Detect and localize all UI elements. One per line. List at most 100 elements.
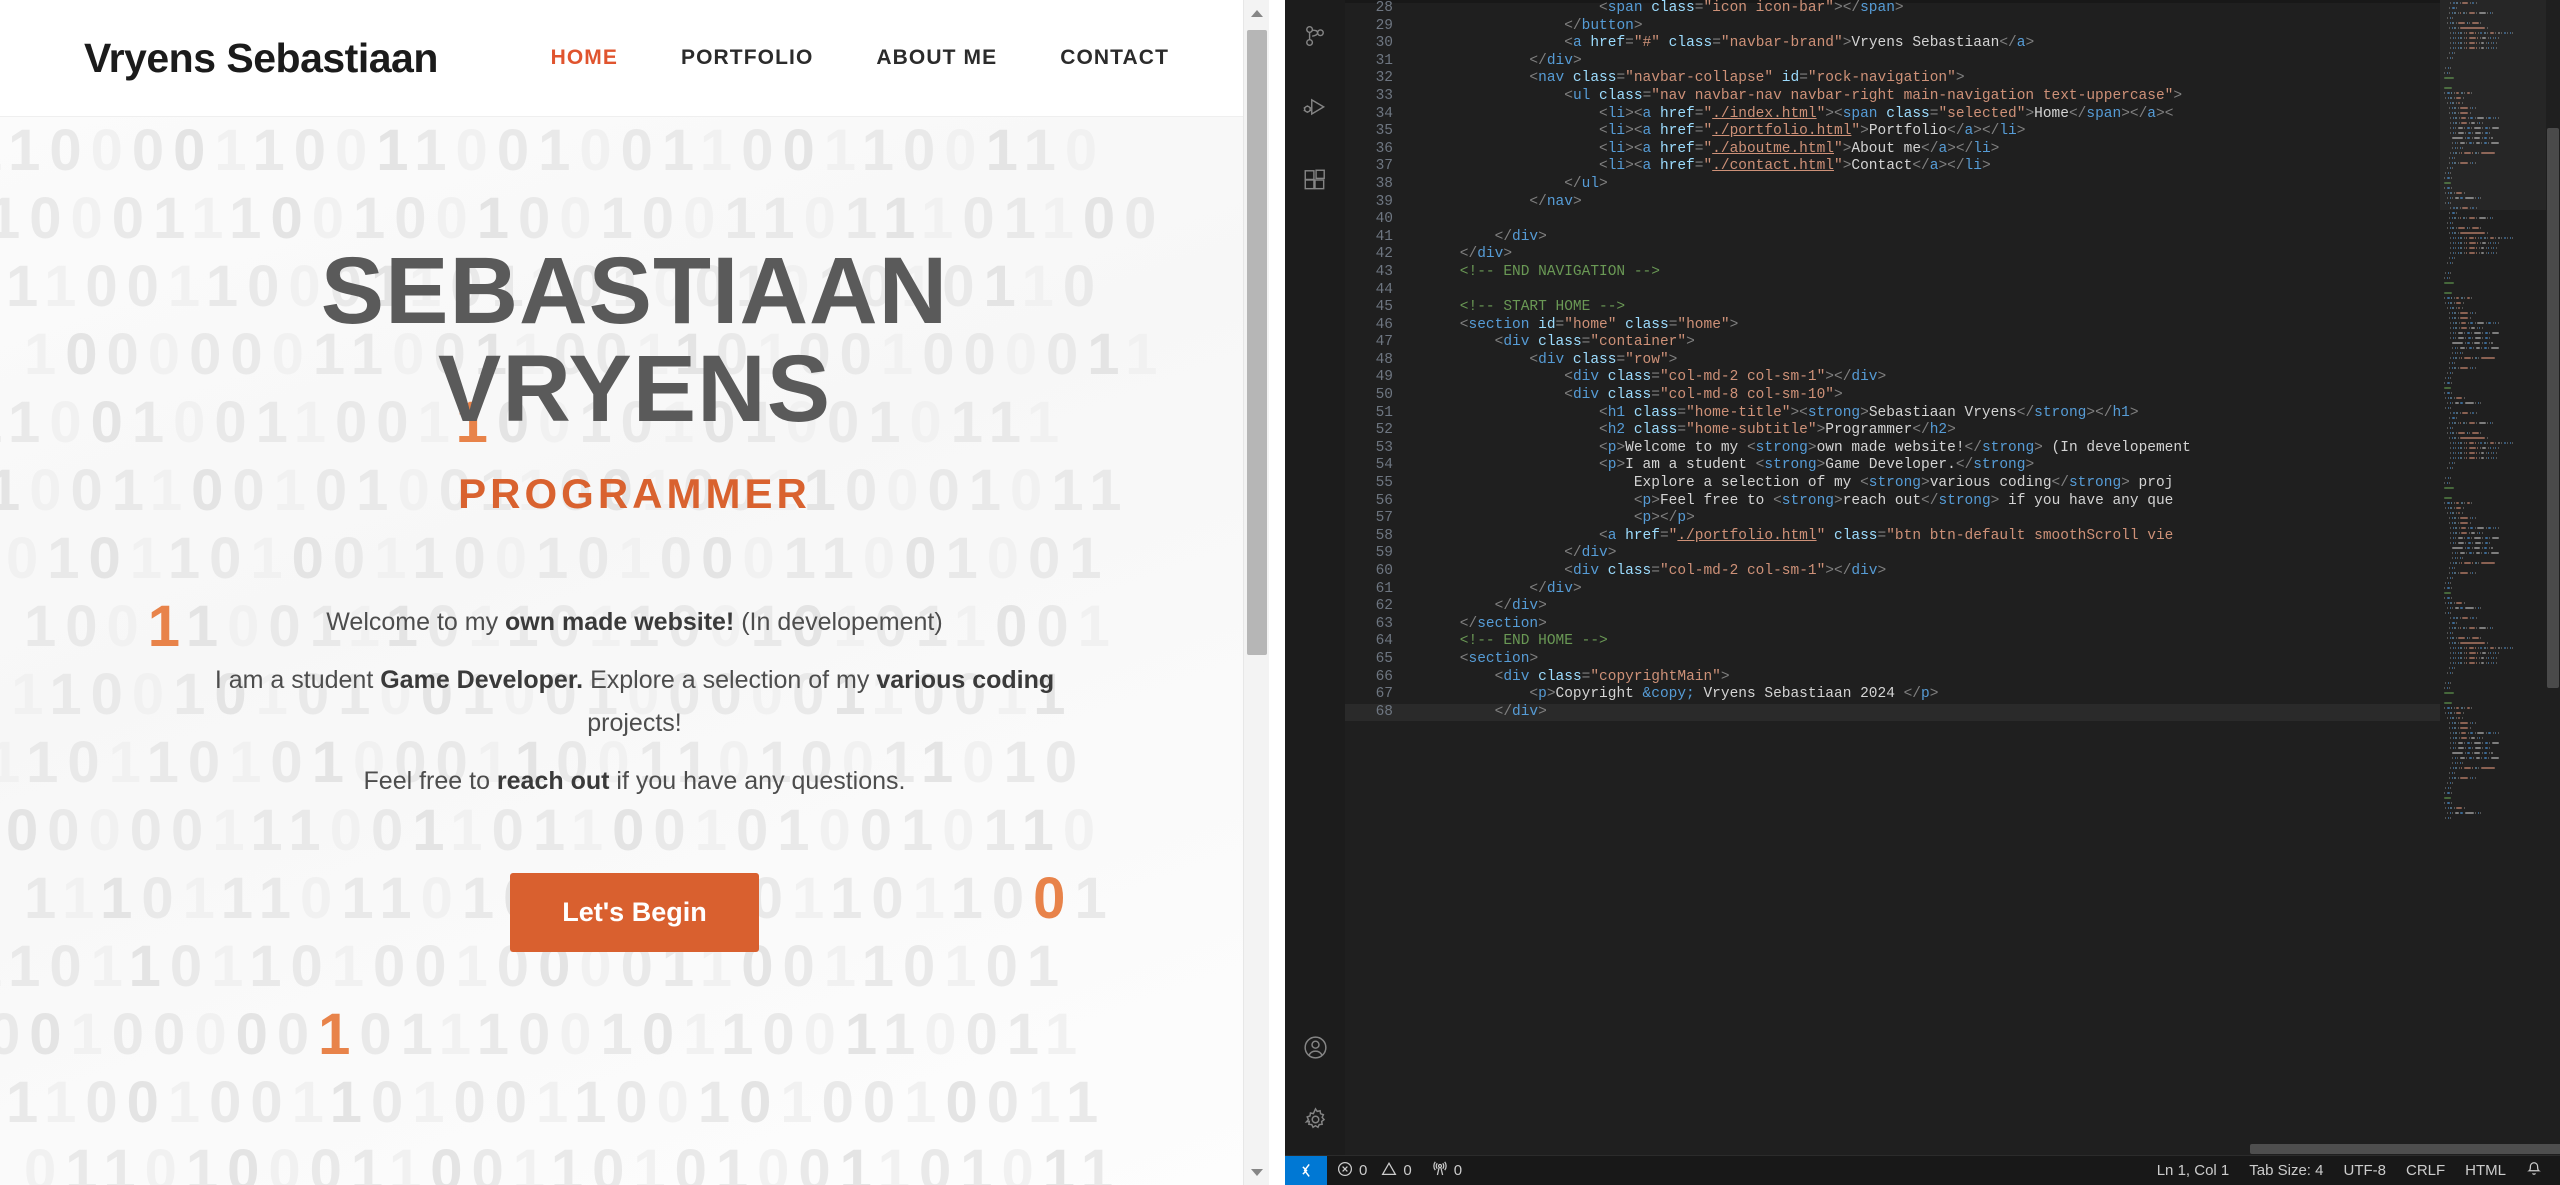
line-number: 54 (1375, 457, 1393, 474)
remote-window-icon[interactable] (1285, 1155, 1327, 1185)
nav-link-home[interactable]: HOME (551, 46, 618, 70)
code-line[interactable]: 30 <a href="#" class="navbar-brand">Vrye… (1345, 35, 2560, 53)
activity-bar (1285, 0, 1345, 1155)
code-line-text: <li><a href="./contact.html">Contact</a>… (1425, 158, 1991, 175)
code-line[interactable]: 56 <p>Feel free to <strong>reach out</st… (1345, 493, 2560, 511)
code-line[interactable]: 53 <p>Welcome to my <strong>own made web… (1345, 440, 2560, 458)
code-line[interactable]: 65 <section> (1345, 651, 2560, 669)
cursor-position-status[interactable]: Ln 1, Col 1 (2147, 1156, 2240, 1185)
code-line[interactable]: 54 <p>I am a student <strong>Game Develo… (1345, 457, 2560, 475)
line-number: 49 (1375, 369, 1393, 386)
code-line-text: </section> (1425, 615, 1547, 632)
code-line[interactable]: 28 <span class="icon icon-bar"></span> (1345, 0, 2560, 18)
code-line-text: Explore a selection of my <strong>variou… (1425, 475, 2174, 492)
editor-scrollbar-thumb[interactable] (2547, 128, 2559, 688)
code-line[interactable]: 34 <li><a href="./index.html"><span clas… (1345, 106, 2560, 124)
error-icon (1337, 1161, 1353, 1181)
code-line[interactable]: 29 </button> (1345, 18, 2560, 36)
hero-paragraph-3: Feel free to reach out if you have any q… (195, 760, 1075, 803)
encoding-status[interactable]: UTF-8 (2333, 1156, 2396, 1185)
eol-status[interactable]: CRLF (2396, 1156, 2455, 1185)
p2-pre: I am a student (214, 666, 381, 694)
code-line[interactable]: 61 </div> (1345, 581, 2560, 599)
code-line[interactable]: 37 <li><a href="./contact.html">Contact<… (1345, 158, 2560, 176)
scroll-down-arrow-icon[interactable] (1244, 1159, 1270, 1185)
nav-link-portfolio[interactable]: PORTFOLIO (681, 46, 813, 70)
tab-size-status[interactable]: Tab Size: 4 (2239, 1156, 2333, 1185)
p2-post: projects! (587, 709, 682, 737)
code-line[interactable]: 40 (1345, 211, 2560, 229)
code-line[interactable]: 62 </div> (1345, 598, 2560, 616)
lets-begin-button[interactable]: Let's Begin (510, 873, 759, 952)
line-number: 31 (1375, 52, 1393, 69)
extensions-icon[interactable] (1285, 144, 1345, 216)
code-line-text: <span class="icon icon-bar"></span> (1425, 0, 1904, 16)
line-number: 40 (1375, 211, 1393, 228)
code-editor[interactable]: 28 <span class="icon icon-bar"></span> 29… (1345, 0, 2560, 1155)
p1-pre: Welcome to my (326, 608, 506, 636)
line-number: 46 (1375, 316, 1393, 333)
code-line-text: <div class="col-md-2 col-sm-1"></div> (1425, 369, 1887, 386)
code-line[interactable]: 31 </div> (1345, 53, 2560, 71)
code-line-text: </div> (1425, 52, 1582, 69)
manage-settings-icon[interactable] (1285, 1083, 1345, 1155)
editor-horizontal-scrollbar[interactable] (1405, 1143, 2560, 1155)
code-line-text: <a href="./portfolio.html" class="btn bt… (1425, 527, 2174, 544)
scrollbar-thumb[interactable] (1247, 30, 1267, 655)
p2-strong-1: Game Developer. (380, 666, 584, 694)
source-control-icon[interactable] (1285, 0, 1345, 72)
language-mode-status[interactable]: HTML (2455, 1156, 2516, 1185)
line-number: 35 (1375, 123, 1393, 140)
nav-link-contact[interactable]: CONTACT (1060, 46, 1169, 70)
code-content[interactable]: 28 <span class="icon icon-bar"></span> 29… (1345, 0, 2560, 722)
code-line-text: <nav class="navbar-collapse" id="rock-na… (1425, 70, 1965, 87)
code-line[interactable]: 39 </nav> (1345, 194, 2560, 212)
code-line[interactable]: 38 </ul> (1345, 176, 2560, 194)
code-line[interactable]: 68 </div> (1345, 703, 2560, 722)
code-line[interactable]: 42 </div> (1345, 246, 2560, 264)
navbar-brand[interactable]: Vryens Sebastiaan (84, 35, 438, 82)
code-line[interactable]: 57 <p></p> (1345, 510, 2560, 528)
code-line[interactable]: 47 <div class="container"> (1345, 334, 2560, 352)
editor-hscrollbar-thumb[interactable] (2250, 1144, 2560, 1154)
hero-section: Sebastiaan Vryens Programmer Welcome to … (0, 117, 1269, 1185)
code-line[interactable]: 43 <!-- END NAVIGATION --> (1345, 264, 2560, 282)
editor-vertical-scrollbar[interactable] (2546, 0, 2560, 1155)
code-line[interactable]: 67 <p>Copyright &copy; Vryens Sebastiaan… (1345, 686, 2560, 704)
nav-link-about-me[interactable]: ABOUT ME (876, 46, 997, 70)
account-icon[interactable] (1285, 1011, 1345, 1083)
code-line[interactable]: 52 <h2 class="home-subtitle">Programmer<… (1345, 422, 2560, 440)
code-line[interactable]: 45 <!-- START HOME --> (1345, 299, 2560, 317)
hero-paragraph-2: I am a student Game Developer. Explore a… (195, 659, 1075, 745)
code-line[interactable]: 46 <section id="home" class="home"> (1345, 317, 2560, 335)
code-line[interactable]: 58 <a href="./portfolio.html" class="btn… (1345, 528, 2560, 546)
code-line[interactable]: 32 <nav class="navbar-collapse" id="rock… (1345, 70, 2560, 88)
code-line[interactable]: 64 <!-- END HOME --> (1345, 633, 2560, 651)
minimap-line (2440, 755, 2546, 760)
p1-strong: own made website! (505, 608, 735, 636)
ports-status[interactable]: 0 (1422, 1156, 1472, 1185)
minimap-line (2440, 780, 2546, 785)
code-line-text: </nav> (1425, 193, 1582, 210)
code-line-text: </div> (1425, 545, 1617, 562)
code-line[interactable]: 60 <div class="col-md-2 col-sm-1"></div> (1345, 563, 2560, 581)
run-and-debug-icon[interactable] (1285, 72, 1345, 144)
line-number: 65 (1375, 650, 1393, 667)
code-line[interactable]: 35 <li><a href="./portfolio.html">Portfo… (1345, 123, 2560, 141)
code-line[interactable]: 50 <div class="col-md-8 col-sm-10"> (1345, 387, 2560, 405)
code-line[interactable]: 36 <li><a href="./aboutme.html">About me… (1345, 141, 2560, 159)
code-line[interactable]: 48 <div class="row"> (1345, 352, 2560, 370)
scroll-up-arrow-icon[interactable] (1244, 0, 1270, 26)
code-line[interactable]: 41 </div> (1345, 229, 2560, 247)
code-line[interactable]: 33 <ul class="nav navbar-nav navbar-righ… (1345, 88, 2560, 106)
code-line[interactable]: 55 Explore a selection of my <strong>var… (1345, 475, 2560, 493)
code-line[interactable]: 44 (1345, 282, 2560, 300)
notifications-bell-icon[interactable] (2516, 1156, 2560, 1185)
code-line[interactable]: 63 </section> (1345, 616, 2560, 634)
code-line[interactable]: 49 <div class="col-md-2 col-sm-1"></div> (1345, 369, 2560, 387)
code-line[interactable]: 59 </div> (1345, 545, 2560, 563)
code-line[interactable]: 51 <h1 class="home-title"><strong>Sebast… (1345, 405, 2560, 423)
problems-status[interactable]: 0 0 (1327, 1156, 1422, 1185)
browser-scrollbar[interactable] (1243, 0, 1269, 1185)
code-line[interactable]: 66 <div class="copyrightMain"> (1345, 669, 2560, 687)
